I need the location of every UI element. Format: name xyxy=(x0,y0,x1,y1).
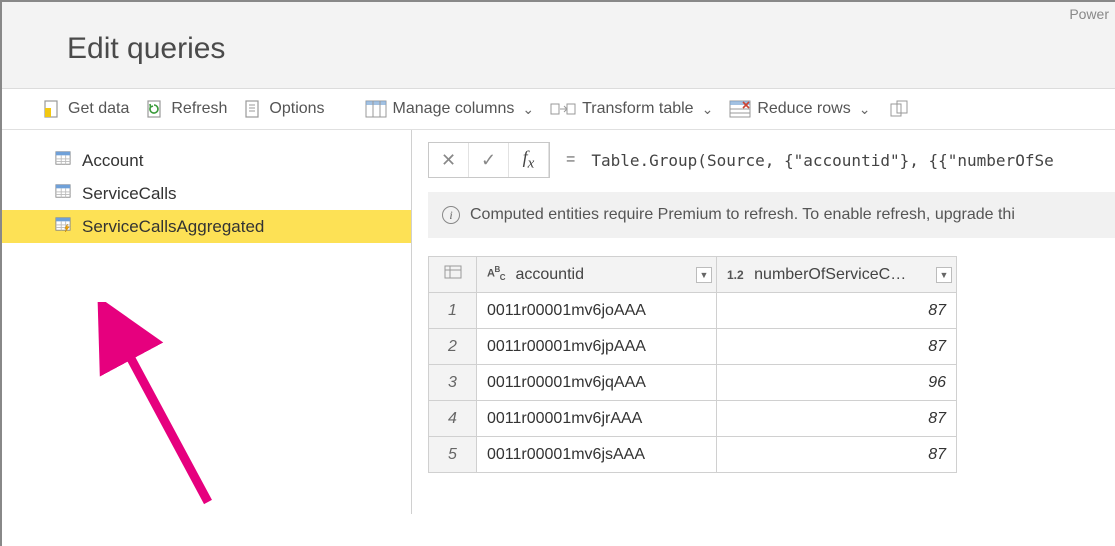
accept-formula-button[interactable]: ✓ xyxy=(469,143,509,177)
table-row[interactable]: 30011r00001mv6jqAAA96 xyxy=(429,365,957,401)
table-row[interactable]: 20011r00001mv6jpAAA87 xyxy=(429,329,957,365)
query-item-servicecallsaggregated[interactable]: ServiceCallsAggregated xyxy=(2,210,411,243)
combine-icon xyxy=(890,100,912,118)
computed-table-icon xyxy=(54,216,72,237)
query-item-label: ServiceCalls xyxy=(82,184,176,204)
table-icon xyxy=(54,150,72,171)
column-header-accountid[interactable]: ABC accountid ▼ xyxy=(477,257,717,293)
get-data-icon xyxy=(42,99,62,119)
cell-numberofservicec[interactable]: 96 xyxy=(717,365,957,401)
corner-cell[interactable] xyxy=(429,257,477,293)
options-button[interactable]: Options xyxy=(243,99,324,119)
transform-table-label: Transform table xyxy=(582,100,693,118)
query-item-servicecalls[interactable]: ServiceCalls xyxy=(2,177,411,210)
row-number: 1 xyxy=(429,293,477,329)
banner-text: Computed entities require Premium to ref… xyxy=(470,206,1015,224)
decimal-type-icon: 1.2 xyxy=(727,268,744,282)
page-title: Edit queries xyxy=(67,32,1115,66)
reduce-rows-button[interactable]: Reduce rows ⌄ xyxy=(729,100,870,118)
cell-accountid[interactable]: 0011r00001mv6jsAAA xyxy=(477,437,717,473)
toolbar: Get data Refresh Options Manage columns … xyxy=(2,89,1115,130)
cell-numberofservicec[interactable]: 87 xyxy=(717,401,957,437)
table-row[interactable]: 50011r00001mv6jsAAA87 xyxy=(429,437,957,473)
info-icon: i xyxy=(442,206,460,224)
table-icon xyxy=(54,183,72,204)
header: Power Edit queries xyxy=(2,2,1115,89)
filter-dropdown-icon[interactable]: ▼ xyxy=(696,267,712,283)
column-label: accountid xyxy=(515,266,584,283)
filter-dropdown-icon[interactable]: ▼ xyxy=(936,267,952,283)
chevron-down-icon: ⌄ xyxy=(702,101,714,118)
cell-accountid[interactable]: 0011r00001mv6jpAAA xyxy=(477,329,717,365)
cell-numberofservicec[interactable]: 87 xyxy=(717,293,957,329)
formula-bar: ✕ ✓ fx = Table.Group(Source, {"accountid… xyxy=(428,142,1115,178)
main: Account ServiceCalls ServiceCallsAggregate… xyxy=(2,130,1115,514)
options-icon xyxy=(243,99,263,119)
table-row[interactable]: 40011r00001mv6jrAAA87 xyxy=(429,401,957,437)
chevron-down-icon: ⌄ xyxy=(859,101,871,118)
formula-text[interactable]: Table.Group(Source, {"accountid"}, {{"nu… xyxy=(591,151,1053,170)
text-type-icon: ABC xyxy=(487,266,505,282)
cell-accountid[interactable]: 0011r00001mv6jqAAA xyxy=(477,365,717,401)
chevron-down-icon: ⌄ xyxy=(522,101,534,118)
column-label: numberOfServiceC… xyxy=(754,266,906,283)
cancel-formula-button[interactable]: ✕ xyxy=(429,143,469,177)
reduce-rows-label: Reduce rows xyxy=(757,100,850,118)
cell-accountid[interactable]: 0011r00001mv6jrAAA xyxy=(477,401,717,437)
transform-table-button[interactable]: Transform table ⌄ xyxy=(550,100,713,118)
row-number: 3 xyxy=(429,365,477,401)
transform-icon xyxy=(550,100,576,118)
manage-columns-button[interactable]: Manage columns ⌄ xyxy=(365,100,535,118)
refresh-icon xyxy=(145,99,165,119)
get-data-button[interactable]: Get data xyxy=(42,99,129,119)
equals-sign: = xyxy=(566,151,575,169)
row-number: 4 xyxy=(429,401,477,437)
app-name: Power xyxy=(1069,6,1109,22)
table-columns-icon xyxy=(365,100,387,118)
data-table: ABC accountid ▼ 1.2 numberOfServiceC… ▼ … xyxy=(428,256,957,473)
more-button[interactable] xyxy=(890,100,912,118)
column-header-numberofservicec[interactable]: 1.2 numberOfServiceC… ▼ xyxy=(717,257,957,293)
queries-panel: Account ServiceCalls ServiceCallsAggregate… xyxy=(2,130,412,514)
refresh-label: Refresh xyxy=(171,100,227,118)
cell-accountid[interactable]: 0011r00001mv6joAAA xyxy=(477,293,717,329)
refresh-button[interactable]: Refresh xyxy=(145,99,227,119)
manage-columns-label: Manage columns xyxy=(393,100,515,118)
premium-banner: i Computed entities require Premium to r… xyxy=(428,192,1115,238)
query-item-label: ServiceCallsAggregated xyxy=(82,217,264,237)
content: ✕ ✓ fx = Table.Group(Source, {"accountid… xyxy=(412,130,1115,514)
cell-numberofservicec[interactable]: 87 xyxy=(717,329,957,365)
fx-button[interactable]: fx xyxy=(509,143,549,177)
query-item-account[interactable]: Account xyxy=(2,144,411,177)
row-number: 5 xyxy=(429,437,477,473)
get-data-label: Get data xyxy=(68,100,129,118)
reduce-rows-icon xyxy=(729,100,751,118)
options-label: Options xyxy=(269,100,324,118)
cell-numberofservicec[interactable]: 87 xyxy=(717,437,957,473)
row-number: 2 xyxy=(429,329,477,365)
table-row[interactable]: 10011r00001mv6joAAA87 xyxy=(429,293,957,329)
query-item-label: Account xyxy=(82,151,143,171)
